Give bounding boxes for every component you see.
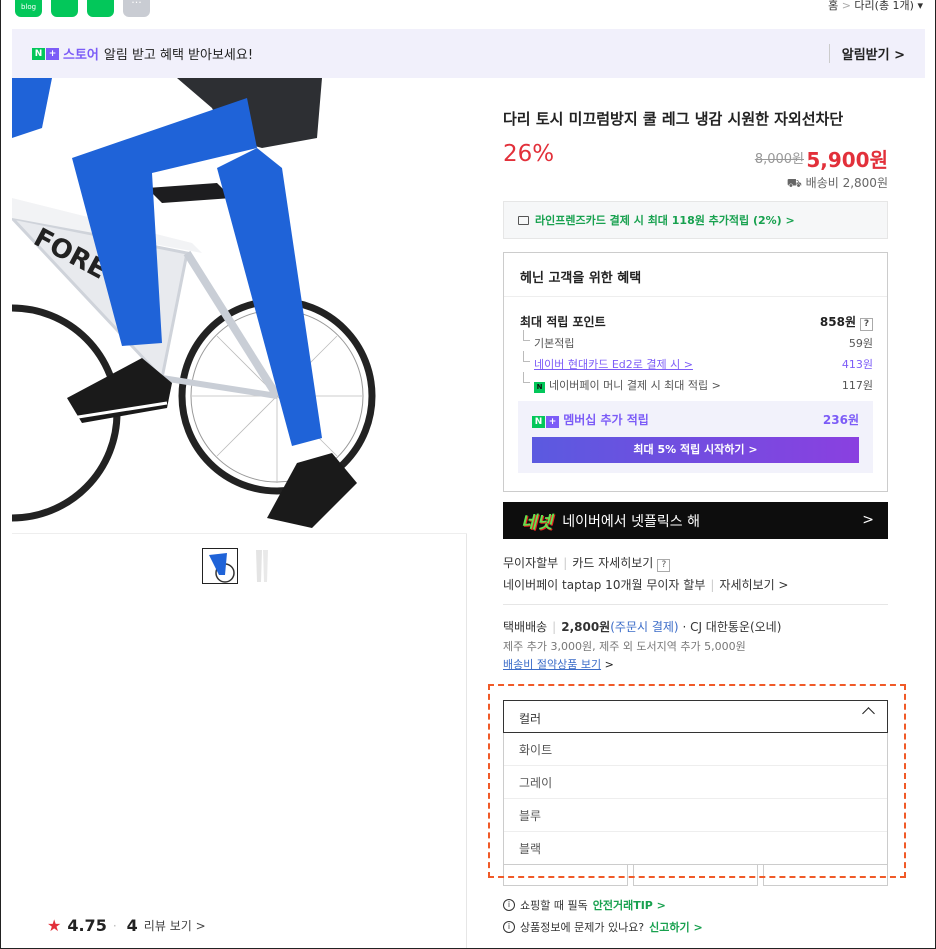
product-photo: FOREVER <box>12 78 467 533</box>
page-frame: blog ··· 홈 > 다리(총 1개) ▾ N + 스토어 알림 받고 혜택… <box>0 0 936 949</box>
info-icon: i <box>503 899 515 911</box>
netflix-logo-icon: 네넷 <box>521 513 553 533</box>
delivery-extra: 제주 추가 3,000원, 제주 외 도서지역 추가 5,000원 <box>503 640 746 653</box>
npay-icon: N <box>534 382 545 393</box>
blog-icon-label: blog <box>20 3 37 11</box>
chevron-right-icon: > <box>604 658 614 671</box>
card-benefit-link[interactable]: 네이버 현대카드 Ed2로 결제 시 > <box>534 358 693 371</box>
divider <box>503 604 888 605</box>
nplus-icon: N + <box>532 416 559 428</box>
taptap-detail-link[interactable]: 자세히보기 > <box>719 578 788 592</box>
chevron-right-icon: > <box>862 512 874 528</box>
netflix-banner[interactable]: 네넷 네이버에서 넷플릭스 해 > <box>503 502 888 539</box>
npay-benefit-value: 117원 <box>841 379 873 392</box>
help-icon[interactable]: ? <box>860 318 873 331</box>
delivery-fee: 2,800원 <box>561 620 611 634</box>
product-gallery: FOREVER ★ 4.75 · 4 리뷰 보기 > <box>12 78 467 948</box>
star-icon: ★ <box>47 916 62 935</box>
cafe-icon[interactable] <box>51 0 78 17</box>
max-point-row: 최대 적립 포인트 858원? <box>520 313 873 331</box>
thumbnail-1-photo <box>209 553 235 583</box>
netflix-text: 네이버에서 넷플릭스 해 <box>562 513 700 530</box>
membership-value: 236원 <box>822 413 859 427</box>
delivery-link-row: 배송비 절약상품 보기 > <box>503 656 614 672</box>
breadcrumb-current[interactable]: 다리(총 1개) <box>854 0 914 12</box>
basic-point-label: 기본적립 <box>520 330 574 351</box>
delivery-carrier: · CJ 대한통운(오네) <box>682 620 782 634</box>
rating-dot: · <box>112 918 117 933</box>
product-main-image[interactable]: FOREVER <box>12 78 467 534</box>
nplus-n: N <box>32 47 45 60</box>
thumbnail-2-photo <box>256 550 268 582</box>
report-link[interactable]: 신고하기 > <box>649 919 703 935</box>
report-tip: i 상품정보에 문제가 있나요? 신고하기 > <box>503 919 703 935</box>
nplus-plus: + <box>46 47 59 60</box>
taptap-row: 네이버페이 taptap 10개월 무이자 할부 | 자세히보기 > <box>503 578 789 592</box>
card-detail-link[interactable]: 카드 자세히보기 <box>572 556 653 570</box>
help-icon[interactable]: ? <box>657 559 671 572</box>
bookmark-icon[interactable] <box>87 0 114 17</box>
shipping-fee: ⛟ 배송비 2,800원 <box>786 176 888 190</box>
thumbnail-1[interactable] <box>202 548 238 584</box>
membership-label: 멤버십 추가 적립 <box>563 413 649 427</box>
delivery-row: 택배배송 | 2,800원(주문시 결제) · CJ 대한통운(오네) <box>503 620 782 634</box>
rating-score: 4.75 <box>67 916 107 935</box>
max-point-value: 858원 <box>819 315 856 329</box>
blog-icon[interactable]: blog <box>15 0 42 17</box>
card-benefit-value: 413원 <box>841 358 873 371</box>
delivery-type: 택배배송 <box>503 620 548 634</box>
alarm-button[interactable]: 알림받기 > <box>828 44 905 63</box>
breadcrumb-home[interactable]: 홈 <box>828 0 838 12</box>
membership-box: N + 멤버십 추가 적립 236원 최대 5% 적립 시작하기 > <box>518 401 873 473</box>
store-banner: N + 스토어 알림 받고 혜택 받아보세요! 알림받기 > <box>12 29 925 78</box>
card-icon <box>518 215 529 225</box>
share-icons: blog ··· <box>15 0 150 17</box>
card-promo-text: 라인프렌즈카드 결제 시 최대 118원 추가적립 (2%) > <box>535 214 795 227</box>
breadcrumb-sep: > <box>841 0 851 12</box>
sale-price: 5,900원 <box>806 148 888 172</box>
review-link[interactable]: 리뷰 보기 > <box>144 917 206 934</box>
original-price: 8,000원 <box>754 152 804 167</box>
benefit-row: 네이버 현대카드 Ed2로 결제 시 > 413원 <box>520 351 873 372</box>
benefit-row: N 네이버페이 머니 결제 시 최대 적립 > 117원 <box>520 372 873 393</box>
safe-trade-tip: i 쇼핑할 때 필독 안전거래TIP > <box>503 897 666 913</box>
membership-start-button[interactable]: 최대 5% 적립 시작하기 > <box>532 437 859 463</box>
report-text: 상품정보에 문제가 있나요? <box>520 921 645 934</box>
tip-text: 쇼핑할 때 필독 <box>520 899 588 912</box>
thumbnail-list <box>202 548 274 584</box>
safe-trade-link[interactable]: 안전거래TIP > <box>593 897 666 913</box>
shipping-fee-text: 배송비 2,800원 <box>805 176 888 190</box>
basic-point-value: 59원 <box>848 337 873 350</box>
discount-rate: 26% <box>503 141 555 167</box>
thumbnail-2[interactable] <box>248 548 274 584</box>
store-label: 스토어 <box>63 48 99 63</box>
nplus-logo-icon: N + <box>32 47 59 60</box>
banner-message: 알림 받고 혜택 받아보세요! <box>103 48 254 63</box>
highlight-box <box>488 684 906 878</box>
benefit-box: 헤닌 고객을 위한 혜택 최대 적립 포인트 858원? 기본적립 59원 네이… <box>503 252 888 492</box>
card-promo[interactable]: 라인프렌즈카드 결제 시 최대 118원 추가적립 (2%) > <box>503 201 888 239</box>
review-count: 4 <box>126 916 138 935</box>
info-icon: i <box>503 921 515 933</box>
saving-products-link[interactable]: 배송비 절약상품 보기 <box>503 658 601 671</box>
more-icon[interactable]: ··· <box>123 0 150 17</box>
benefit-row: 기본적립 59원 <box>520 330 873 351</box>
taptap-text: 네이버페이 taptap 10개월 무이자 할부 <box>503 578 706 592</box>
installment-label: 무이자할부 <box>503 556 559 570</box>
benefit-heading: 헤닌 고객을 위한 혜택 <box>504 253 887 297</box>
breadcrumb: 홈 > 다리(총 1개) ▾ <box>828 0 923 12</box>
installment-row: 무이자할부 | 카드 자세히보기? <box>503 554 671 572</box>
max-point-label: 최대 적립 포인트 <box>520 315 606 329</box>
product-title: 다리 토시 미끄럼방지 쿨 레그 냉감 시원한 자외선차단 <box>503 110 844 128</box>
rating-summary: ★ 4.75 · 4 리뷰 보기 > <box>47 916 206 935</box>
more-icon-label: ··· <box>131 0 142 9</box>
npay-benefit-link[interactable]: 네이버페이 머니 결제 시 최대 적립 > <box>549 379 721 392</box>
delivery-fee-note: (주문시 결제) <box>610 620 679 634</box>
